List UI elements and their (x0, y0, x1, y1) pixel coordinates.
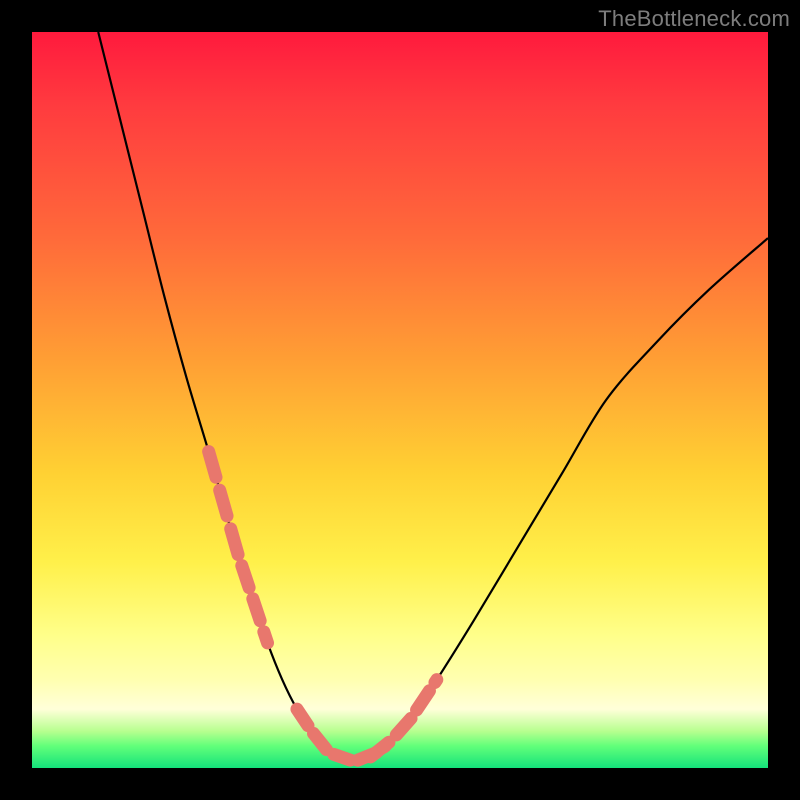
watermark-text: TheBottleneck.com (598, 6, 790, 32)
bottleneck-curve-path (98, 32, 768, 761)
dash-overlay-left (209, 452, 268, 643)
chart-frame: TheBottleneck.com (0, 0, 800, 800)
dash-overlay-bottom (297, 709, 385, 760)
plot-area (32, 32, 768, 768)
curve-svg (32, 32, 768, 768)
